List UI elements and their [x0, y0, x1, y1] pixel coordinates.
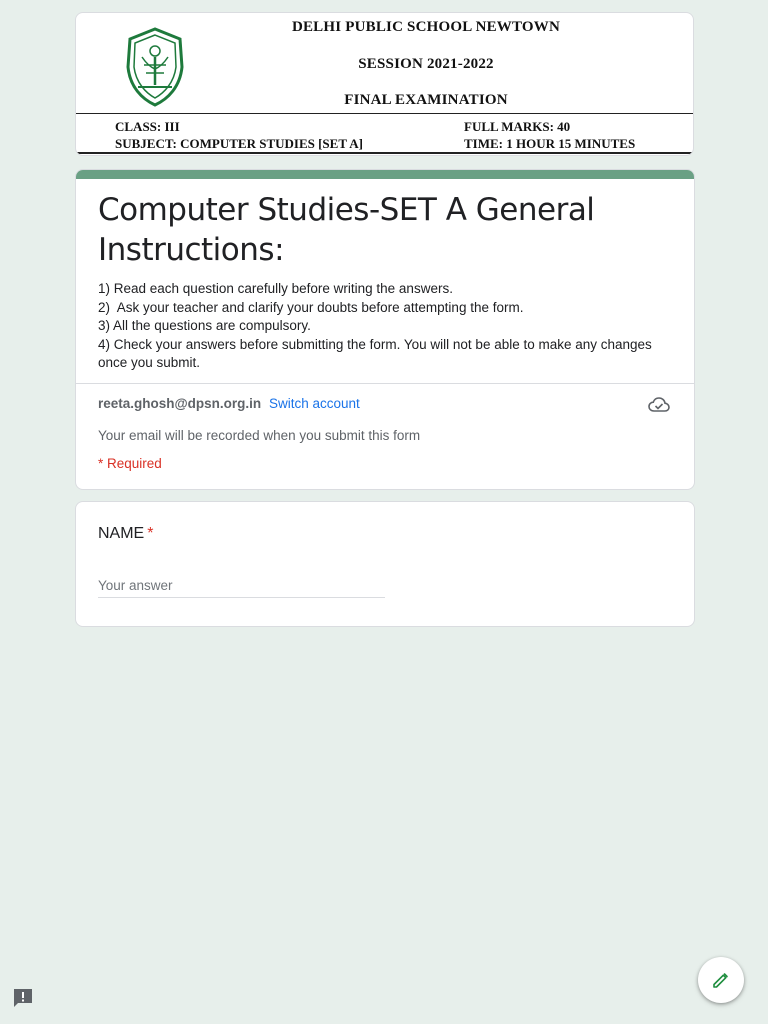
theme-accent-bar: [76, 170, 694, 179]
report-feedback-icon[interactable]: [12, 987, 34, 1009]
header-banner: DELHI PUBLIC SCHOOL NEWTOWN SESSION 2021…: [75, 12, 694, 156]
instruction-line: 2) Ask your teacher and clarify your dou…: [98, 299, 524, 315]
edit-fab-button[interactable]: [698, 957, 744, 1003]
banner-rule-top: [76, 113, 693, 114]
exam-text: FINAL EXAMINATION: [344, 92, 508, 108]
account-email: reeta.ghosh@dpsn.org.in: [98, 396, 262, 411]
required-asterisk: *: [147, 525, 154, 542]
question-card-name: NAME *: [75, 501, 695, 627]
form-description: 1) Read each question carefully before w…: [98, 280, 658, 373]
cloud-check-icon: [648, 397, 670, 412]
email-recorded-note: Your email will be recorded when you sub…: [98, 428, 421, 443]
school-crest-logo: [126, 27, 184, 107]
time-label: TIME: 1 HOUR 15 MINUTES: [464, 136, 636, 151]
required-note: * Required: [98, 456, 162, 471]
instruction-line: 1) Read each question carefully before w…: [98, 281, 453, 296]
session-text: SESSION 2021-2022: [358, 56, 494, 72]
account-row: reeta.ghosh@dpsn.org.in Switch account: [98, 396, 360, 411]
question-label: NAME *: [98, 525, 153, 543]
full-marks-label: FULL MARKS: 40: [464, 119, 571, 134]
form-title: Computer Studies-SET A General Instructi…: [98, 192, 595, 268]
subject-label: SUBJECT: COMPUTER STUDIES [SET A]: [115, 136, 364, 151]
question-title: NAME: [98, 525, 145, 542]
school-name: DELHI PUBLIC SCHOOL NEWTOWN: [291, 19, 561, 35]
card-divider: [76, 383, 694, 384]
switch-account-link[interactable]: Switch account: [269, 396, 360, 411]
form-page: DELHI PUBLIC SCHOOL NEWTOWN SESSION 2021…: [0, 0, 768, 1024]
banner-rule-bottom: [76, 152, 693, 154]
name-answer-input[interactable]: [98, 573, 385, 598]
form-header-card: Computer Studies-SET A General Instructi…: [75, 169, 695, 490]
pencil-edit-icon: [713, 973, 728, 988]
instruction-line: 4) Check your answers before submitting …: [98, 336, 656, 371]
class-label: CLASS: III: [115, 119, 180, 134]
instruction-line: 3) All the questions are compulsory.: [98, 318, 311, 333]
